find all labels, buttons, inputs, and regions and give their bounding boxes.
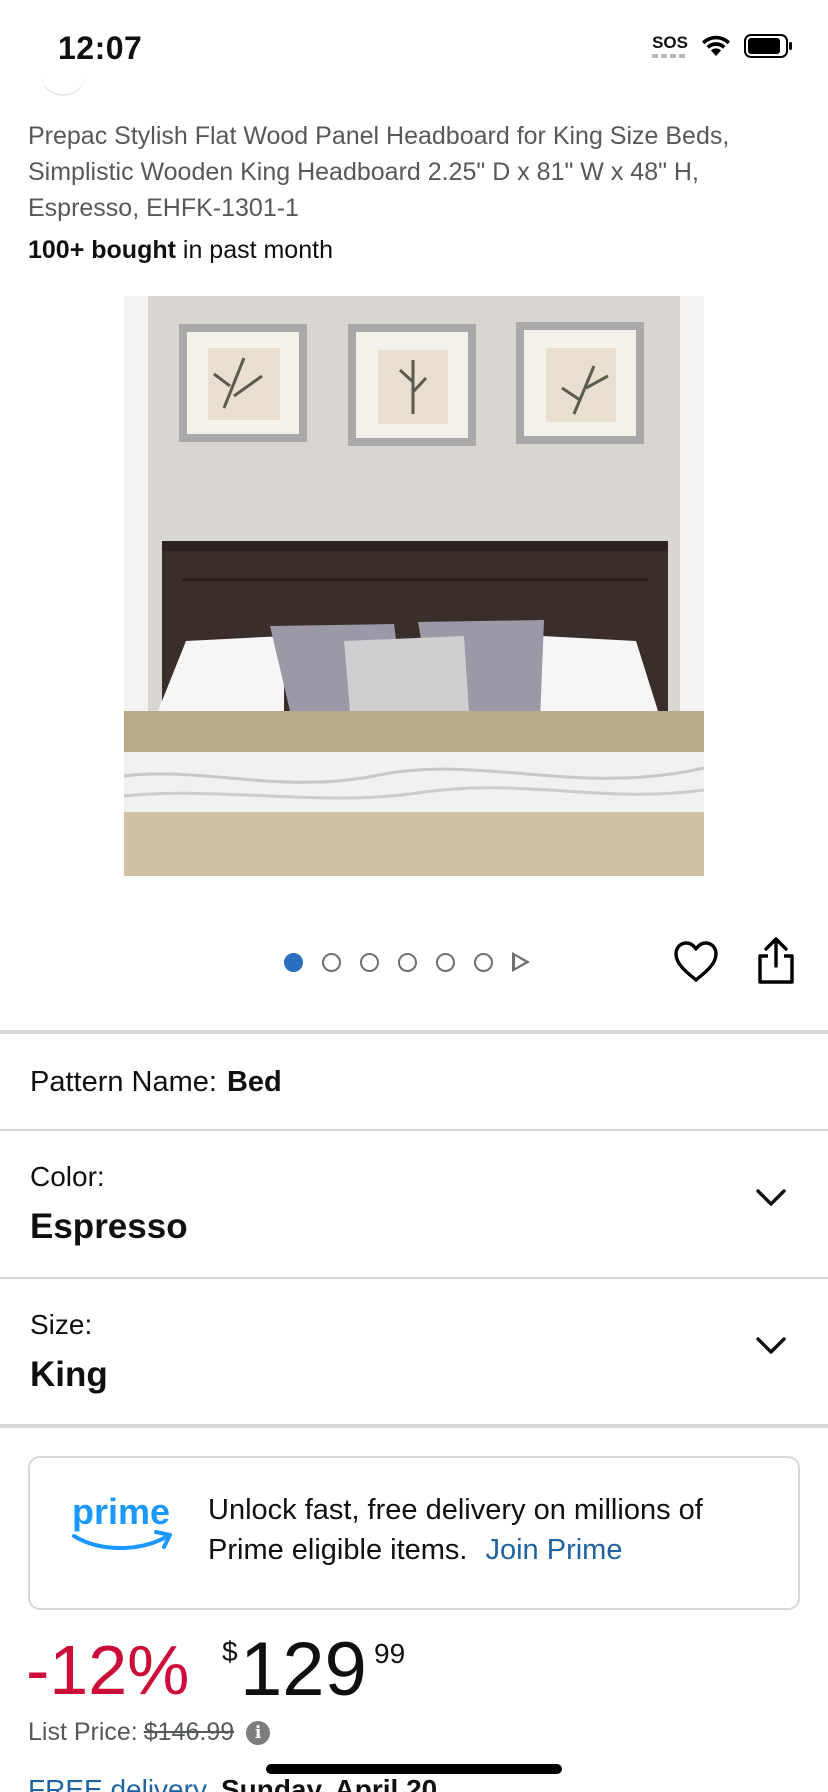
battery-icon: [744, 34, 792, 58]
wall-frame-right: [516, 322, 644, 444]
price-fraction: 99: [374, 1638, 406, 1669]
product-image[interactable]: [124, 296, 704, 876]
bought-count-value: 100+ bought: [28, 236, 176, 264]
section-divider: [0, 1030, 828, 1034]
pager-dot-2[interactable]: [322, 952, 341, 972]
free-delivery-link[interactable]: FREE delivery: [28, 1774, 207, 1792]
pattern-label: Pattern Name:: [30, 1066, 217, 1098]
wishlist-heart-icon[interactable]: [672, 940, 720, 984]
list-price-value: $146.99: [143, 1718, 235, 1746]
image-pager[interactable]: [284, 952, 530, 972]
wall-frame-left: [179, 324, 307, 442]
delivery-info: FREE delivery Sunday, April 20: [28, 1774, 437, 1792]
color-value: Espresso: [30, 1207, 188, 1246]
pager-dot-1[interactable]: [284, 952, 303, 972]
discount-percent: -12%: [26, 1631, 190, 1709]
chevron-down-icon: [756, 1337, 786, 1354]
pager-dot-4[interactable]: [398, 952, 417, 972]
bought-count-suffix: in past month: [175, 236, 333, 264]
video-play-icon[interactable]: [512, 952, 530, 972]
prime-message: Unlock fast, free delivery on millions o…: [208, 1490, 778, 1570]
bought-count: 100+ bought in past month: [28, 236, 333, 265]
share-icon[interactable]: [756, 936, 796, 986]
color-selector[interactable]: Color: Espresso: [0, 1131, 828, 1277]
wifi-icon: [702, 35, 730, 56]
list-price-row: List Price: $146.99 i: [28, 1718, 271, 1747]
join-prime-link[interactable]: Join Prime: [485, 1534, 622, 1566]
pattern-name-row: Pattern Name: Bed: [30, 1066, 282, 1099]
status-bar: 12:07 SOS: [0, 0, 828, 100]
pager-dot-5[interactable]: [436, 952, 455, 972]
price-currency: $: [222, 1636, 238, 1667]
price-whole: 129: [240, 1627, 367, 1712]
size-selector[interactable]: Size: King: [0, 1279, 828, 1425]
home-indicator[interactable]: [266, 1764, 562, 1774]
status-indicators: SOS: [652, 34, 794, 58]
headboard-photo: [124, 296, 704, 876]
sos-indicator: SOS: [652, 34, 688, 58]
wall-frame-center: [348, 324, 476, 446]
prime-logo-text: prime: [72, 1491, 170, 1532]
size-value: King: [30, 1355, 108, 1394]
product-title: Prepac Stylish Flat Wood Panel Headboard…: [28, 122, 730, 222]
list-price-label: List Price:: [28, 1718, 138, 1746]
size-label: Size:: [30, 1309, 93, 1340]
prime-logo-icon: prime: [72, 1491, 172, 1550]
prime-message-text: Unlock fast, free delivery on millions o…: [208, 1494, 703, 1566]
sos-label: SOS: [652, 33, 688, 52]
chevron-down-icon: [756, 1189, 786, 1206]
delivery-date: Sunday, April 20: [220, 1774, 438, 1792]
prime-promo-card[interactable]: prime Unlock fast, free delivery on mill…: [28, 1456, 800, 1610]
pager-dot-3[interactable]: [360, 952, 379, 972]
info-icon[interactable]: i: [246, 1720, 271, 1745]
pattern-value: Bed: [226, 1066, 282, 1098]
section-divider: [0, 1424, 828, 1428]
color-label: Color:: [30, 1161, 105, 1192]
signal-dots-icon: [652, 54, 687, 58]
pager-dot-6[interactable]: [474, 952, 493, 972]
